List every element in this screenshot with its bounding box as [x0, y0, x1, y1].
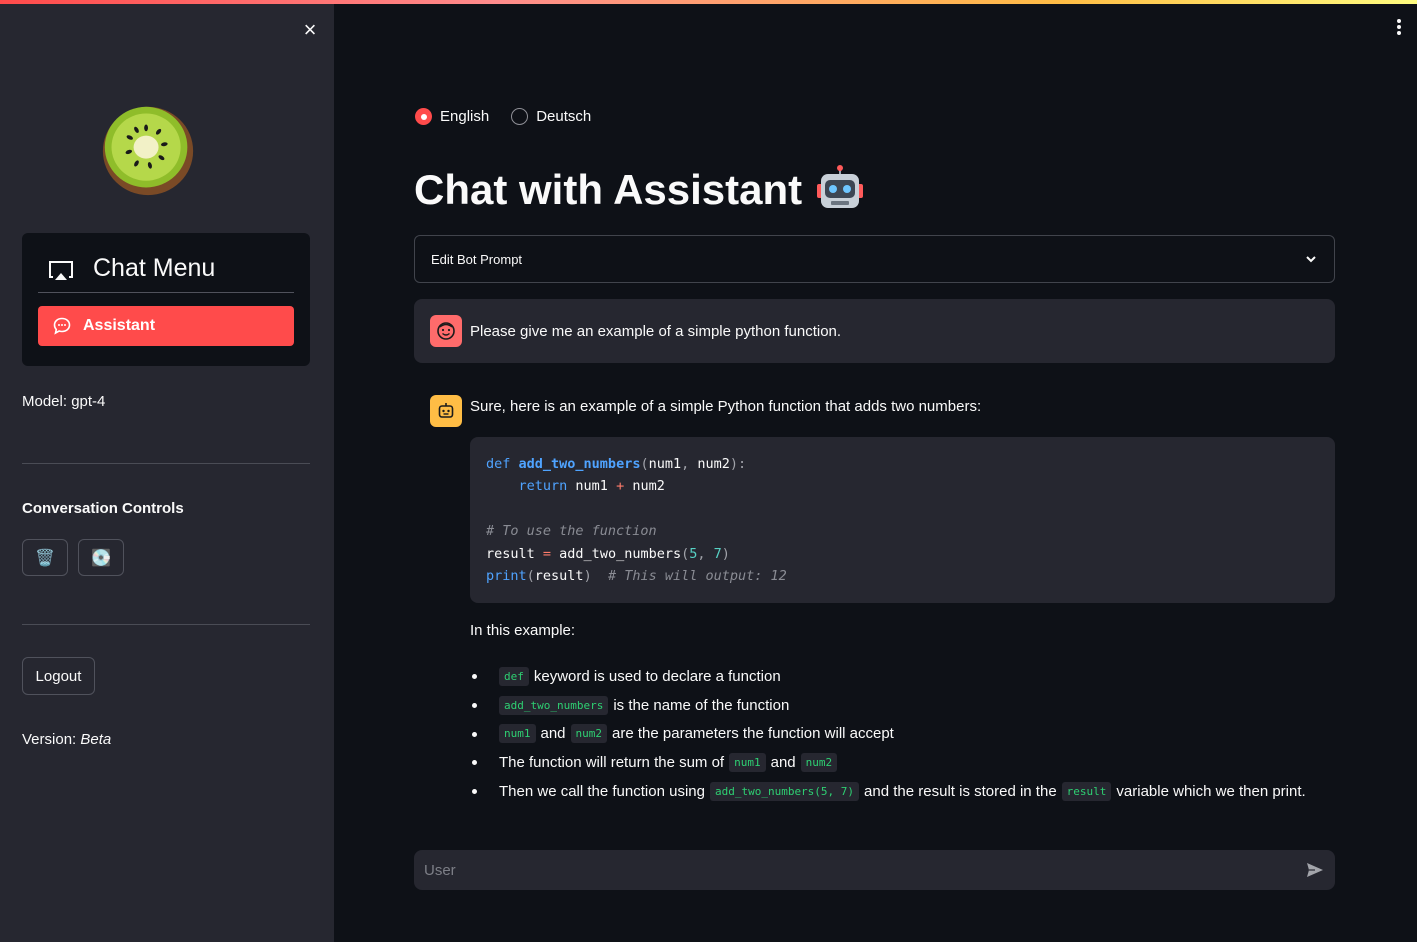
sidebar-divider	[22, 463, 310, 464]
list-item-text: Then we call the function using	[499, 782, 705, 800]
chat-menu-header: Chat Menu	[38, 249, 294, 293]
user-message-text: Please give me an example of a simple py…	[470, 322, 842, 340]
explanation-list: def keyword is used to declare a function…	[470, 662, 1306, 806]
list-item: def keyword is used to declare a function	[470, 662, 1306, 691]
chat-input[interactable]: User	[414, 850, 1335, 890]
list-item-text: variable which we then print.	[1116, 782, 1306, 800]
page-title: Chat with Assistant	[414, 164, 866, 216]
smiley-face-icon	[437, 322, 455, 340]
list-item: The function will return the sum of num1 a…	[470, 748, 1306, 777]
save-conversation-button[interactable]: 💽	[78, 539, 124, 576]
kebab-menu-icon[interactable]	[1390, 16, 1408, 38]
list-item-text: and the result is stored in the	[864, 782, 1057, 800]
code-line: def add_two_numbers(num1, num2):	[486, 456, 747, 472]
code-line: return num1 + num2	[518, 478, 665, 495]
conversation-controls-heading: Conversation Controls	[22, 500, 184, 517]
inline-code: num1	[729, 753, 766, 773]
trash-icon: 🗑️	[35, 549, 55, 567]
code-line: # To use the function	[486, 523, 657, 540]
version-label: Version:	[22, 731, 81, 748]
sidebar-divider	[22, 624, 310, 625]
user-avatar	[430, 315, 462, 347]
list-item-text: are the parameters the function will acc…	[612, 725, 894, 743]
language-option-deutsch[interactable]: Deutsch	[511, 108, 591, 125]
inline-code: result	[1061, 781, 1112, 801]
page-title-text: Chat with Assistant	[414, 166, 803, 213]
inline-code: num2	[800, 753, 838, 773]
chat-input-placeholder: User	[424, 861, 456, 879]
inline-code: add_two_numbers	[499, 695, 609, 715]
radio-selected-icon	[415, 108, 432, 125]
close-sidebar-icon[interactable]: ×	[298, 18, 322, 42]
airplay-icon	[49, 260, 73, 280]
chat-menu-title: Chat Menu	[93, 254, 216, 282]
assistant-avatar	[430, 395, 462, 427]
inline-code: add_two_numbers(5, 7)	[709, 781, 860, 801]
assistant-message-intro: Sure, here is an example of a simple Pyt…	[470, 398, 982, 415]
kiwi-logo	[102, 106, 194, 196]
inline-code: num2	[570, 724, 608, 744]
version-value: Beta	[80, 731, 112, 748]
chat-menu-panel: Chat Menu Assistant	[22, 233, 310, 366]
chat-bubble-icon	[53, 317, 71, 335]
list-item: add_two_numbers is the name of the functi…	[470, 691, 1306, 720]
send-icon[interactable]	[1305, 860, 1325, 880]
inline-code: def	[499, 666, 529, 686]
list-item-text: The function will return the sum of	[499, 754, 725, 772]
language-radio-group: English Deutsch	[415, 108, 613, 125]
radio-unselected-icon	[511, 108, 529, 125]
list-item-text: and	[770, 754, 796, 772]
code-block: def add_two_numbers(num1, num2): return …	[470, 437, 1335, 603]
list-item-text: and	[540, 725, 566, 743]
inline-code: num1	[499, 724, 536, 744]
user-message: Please give me an example of a simple py…	[414, 299, 1335, 363]
example-label: In this example:	[470, 622, 576, 639]
language-option-english[interactable]: English	[415, 108, 489, 125]
list-item: Then we call the function using add_two_n…	[470, 777, 1306, 806]
chevron-down-icon	[1306, 256, 1316, 263]
edit-bot-prompt-expander[interactable]: Edit Bot Prompt	[414, 235, 1335, 283]
version-info: Version: Beta	[22, 731, 111, 748]
sidebar: × Chat Menu Assistant Model: gpt-4 Conve…	[0, 0, 334, 942]
delete-conversation-button[interactable]: 🗑️	[22, 539, 68, 576]
robot-icon	[817, 165, 864, 208]
bot-face-icon	[438, 403, 454, 418]
model-info: Model: gpt-4	[22, 393, 106, 410]
logout-button[interactable]: Logout	[22, 657, 95, 695]
list-item-text: keyword is used to declare a function	[533, 667, 781, 685]
expander-label: Edit Bot Prompt	[431, 251, 523, 267]
language-label: Deutsch	[536, 108, 592, 125]
top-decoration-stripe	[0, 0, 1417, 4]
assistant-menu-item[interactable]: Assistant	[38, 306, 294, 346]
code-line: result = add_two_numbers(5, 7)	[486, 545, 730, 562]
assistant-menu-label: Assistant	[83, 317, 156, 334]
list-item: num1 and num2 are the parameters the functi…	[470, 720, 1306, 749]
disk-icon: 💽	[91, 549, 111, 567]
code-line: print(result) # This will output: 12	[486, 568, 787, 585]
list-item-text: is the name of the function	[613, 696, 790, 714]
language-label: English	[440, 108, 490, 125]
